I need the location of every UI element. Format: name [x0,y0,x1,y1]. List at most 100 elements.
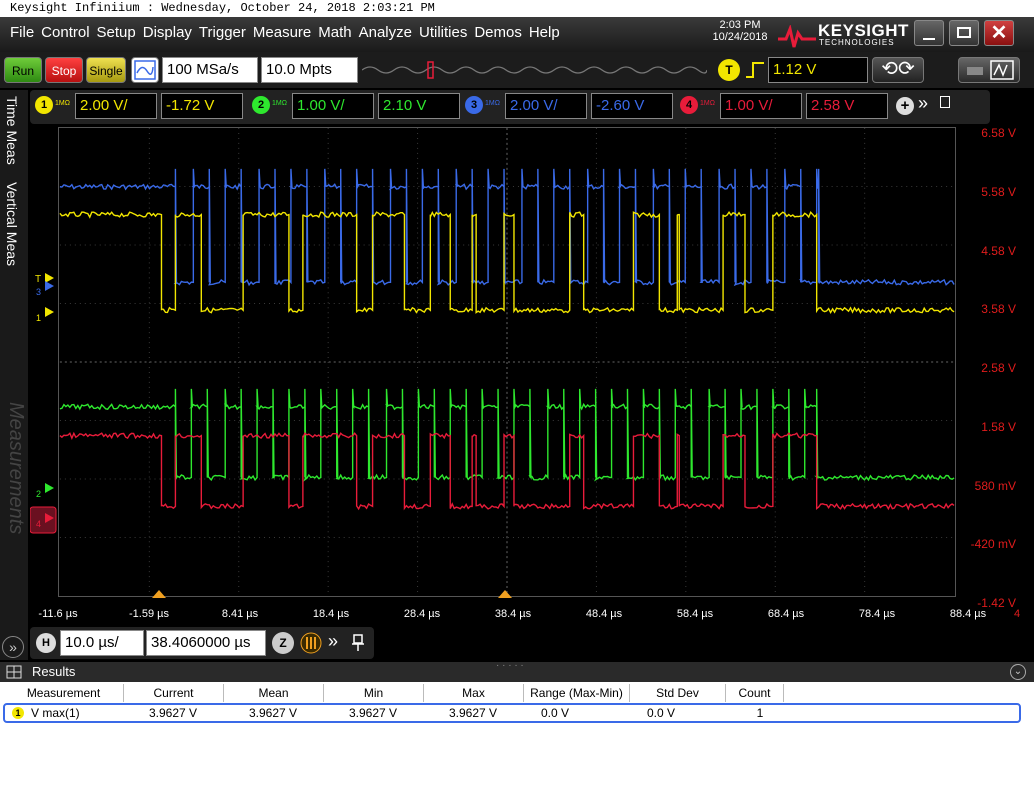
ch2-scale-field[interactable]: 1.00 V/ [292,93,374,119]
y-tick-label: 3.58 V [981,302,1016,317]
channel-markers: T 3 1 2 4 [30,273,57,534]
ch1-scale-field[interactable]: 2.00 V/ [75,93,157,119]
y-tick-label: 4.58 V [981,243,1016,258]
close-icon: ✕ [990,22,1008,44]
menu-control[interactable]: Control [41,24,89,41]
row-channel-badge: 1 [12,707,24,719]
table-row[interactable]: 1 V max(1) 3.9627 V 3.9627 V 3.9627 V 3.… [3,703,1021,723]
x-tick-label: 58.4 µs [676,608,714,620]
x-label-extra: 4 [1014,608,1021,620]
ch2-badge[interactable]: 2 [252,96,270,114]
results-collapse-button[interactable]: ⌄ [1010,664,1026,680]
maximize-button[interactable] [949,20,979,46]
acquisition-overview[interactable] [362,60,707,80]
menu-demos[interactable]: Demos [474,24,522,41]
x-tick-label: 68.4 µs [767,608,805,620]
menu-bar: File Control Setup Display Trigger Measu… [0,17,1034,52]
x-tick-label: 78.4 µs [858,608,896,620]
horizontal-scale-field[interactable]: 10.0 µs/ [60,630,144,656]
trigger-badge[interactable]: T [718,59,740,81]
time-reference-marker[interactable] [152,590,166,598]
y-tick-label: 1.58 V [981,419,1016,434]
menu-utilities[interactable]: Utilities [419,24,467,41]
menu-analyze[interactable]: Analyze [359,24,412,41]
ch3-impedance: 1MΩ [485,100,500,107]
ch3-scale-field[interactable]: 2.00 V/ [505,93,587,119]
menu-help[interactable]: Help [529,24,560,41]
undo-icon: ⟲ [881,58,898,80]
tab-vertical-meas[interactable]: Vertical Meas [4,182,20,266]
svg-text:1: 1 [36,313,41,323]
ch3-badge[interactable]: 3 [465,96,483,114]
menu-setup[interactable]: Setup [97,24,136,41]
col-count[interactable]: Count [726,684,784,702]
memory-depth-field[interactable]: 10.0 Mpts [261,57,358,83]
ch1-ground-marker[interactable]: 1 [36,307,54,323]
tab-time-meas[interactable]: Time Meas [4,96,20,165]
autoscale-icon [134,60,156,80]
row-measurement: V max(1) [31,706,80,720]
menu-file[interactable]: File [10,24,34,41]
menu-math[interactable]: Math [318,24,351,41]
acquisition-mode-icon[interactable] [300,632,322,654]
trigger-level-field[interactable]: 1.12 V [768,57,868,83]
minimize-button[interactable] [914,20,944,46]
run-button[interactable]: Run [4,57,42,83]
col-range[interactable]: Range (Max-Min) [524,684,630,702]
window-title: Keysight Infiniium : Wednesday, October … [10,1,435,15]
pin-icon[interactable] [350,634,366,652]
add-waveform-button[interactable]: + [896,97,914,115]
col-mean[interactable]: Mean [224,684,324,702]
col-current[interactable]: Current [124,684,224,702]
ch2-ground-marker[interactable]: 2 [36,483,54,499]
clock-time: 2:03 PM [719,19,761,31]
results-drag-handle[interactable]: · · · · · [496,660,524,671]
menu-measure[interactable]: Measure [253,24,311,41]
horizontal-more-button[interactable]: » [328,631,338,652]
ch4-impedance: 1MΩ [700,100,715,107]
menu-trigger[interactable]: Trigger [199,24,246,41]
svg-text:4: 4 [36,519,41,529]
x-tick-label: 88.4 µs [949,608,987,620]
autoscale-button[interactable] [131,57,159,83]
ch4-offset-field[interactable]: 2.58 V [806,93,888,119]
ch4-ground-marker[interactable]: 4 [30,506,57,534]
stop-button[interactable]: Stop [45,57,83,83]
sample-rate-field[interactable]: 100 MSa/s [162,57,258,83]
expand-panel-button[interactable]: » [2,636,24,658]
x-tick-label: 8.41 µs [221,608,259,620]
expand-chevron-icon: » [9,639,17,655]
close-button[interactable]: ✕ [984,20,1014,46]
trigger-time-marker[interactable] [498,590,512,598]
ch1-offset-field[interactable]: -1.72 V [161,93,243,119]
side-tabs: Time Meas Vertical Meas Measurements » [0,90,28,660]
horizontal-position-field[interactable]: 38.4060000 µs [146,630,266,656]
undo-redo-button[interactable]: ⟲⟳ [872,57,924,83]
minimize-icon [923,38,935,40]
x-tick-label: 48.4 µs [585,608,623,620]
waveform-display[interactable] [58,127,956,597]
y-tick-label: 2.58 V [981,361,1016,375]
single-button[interactable]: Single [86,57,126,83]
menu-display[interactable]: Display [143,24,192,41]
channel-pin-icon[interactable] [940,96,950,108]
col-max[interactable]: Max [424,684,524,702]
ch1-badge[interactable]: 1 [35,96,53,114]
ch3-offset-field[interactable]: -2.60 V [591,93,673,119]
touch-control-button[interactable] [958,57,1020,83]
col-min[interactable]: Min [324,684,424,702]
ch4-scale-field[interactable]: 1.00 V/ [720,93,802,119]
svg-text:3: 3 [36,287,41,297]
channel-more-button[interactable]: » [918,93,928,114]
ch1-impedance: 1MΩ [55,100,70,107]
ch4-badge[interactable]: 4 [680,96,698,114]
ch2-offset-field[interactable]: 2.10 V [378,93,460,119]
col-std-dev[interactable]: Std Dev [630,684,726,702]
zoom-button[interactable]: Z [272,632,294,654]
trigger-marker[interactable]: T [35,273,54,285]
col-measurement[interactable]: Measurement [4,684,124,702]
horizontal-badge[interactable]: H [36,633,56,653]
rising-edge-icon[interactable] [744,61,766,79]
results-grid-icon [6,665,22,679]
overview-window [427,61,434,79]
